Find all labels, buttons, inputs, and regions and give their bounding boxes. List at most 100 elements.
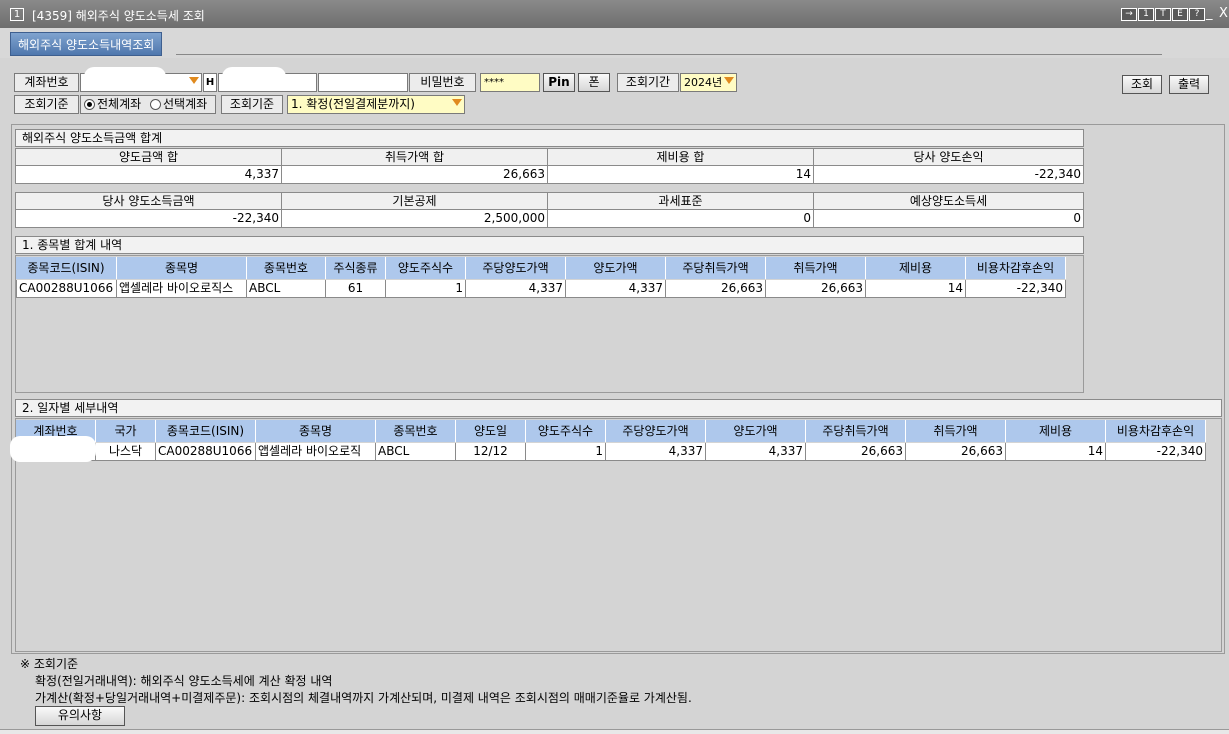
- minimize-button[interactable]: _: [1206, 6, 1213, 21]
- summary-header-row-1: 양도금액 합 취득가액 합 제비용 합 당사 양도손익: [15, 148, 1084, 166]
- redacted-account-cell: [10, 436, 96, 462]
- col-net-pnl[interactable]: 비용차감후손익: [966, 257, 1066, 279]
- col-stock-name[interactable]: 종목명: [117, 257, 247, 279]
- value-expected-tax: 0: [814, 210, 1084, 228]
- h-marker[interactable]: H: [203, 73, 217, 92]
- tab-divider: [176, 54, 1162, 55]
- col-unit-acquisition-price[interactable]: 주당취득가액: [666, 257, 766, 279]
- pin-button[interactable]: Pin: [543, 73, 575, 92]
- header-transfer-income: 당사 양도소득금액: [15, 192, 282, 210]
- col-transfer-date[interactable]: 양도일: [456, 420, 526, 442]
- col-stock-number[interactable]: 종목번호: [376, 420, 456, 442]
- basis-label-2: 조회기준: [221, 95, 283, 114]
- dropdown-arrow-icon[interactable]: [452, 99, 462, 106]
- col-unit-acquisition-price[interactable]: 주당취득가액: [806, 420, 906, 442]
- value-basic-deduction: 2,500,000: [282, 210, 548, 228]
- col-stock-type[interactable]: 주식종류: [326, 257, 386, 279]
- cell-transfer-amount: 4,337: [706, 443, 806, 461]
- cell-shares: 1: [526, 443, 606, 461]
- col-acquisition-amount[interactable]: 취득가액: [766, 257, 866, 279]
- col-country[interactable]: 국가: [96, 420, 156, 442]
- notes-line-confirmed: 확정(전일거래내역): 해외주식 양도소득세에 계산 확정 내역: [35, 674, 333, 688]
- help-button[interactable]: ?: [1189, 8, 1205, 21]
- by-stock-title: 1. 종목별 합계 내역: [15, 236, 1084, 254]
- radio-selected-label: 선택계좌: [163, 97, 208, 111]
- cell-stock-name: 앱셀레라 바이오로직스: [117, 280, 247, 298]
- col-net-pnl[interactable]: 비용차감후손익: [1106, 420, 1206, 442]
- redacted-account: [84, 67, 166, 91]
- caution-button[interactable]: 유의사항: [35, 706, 125, 726]
- window-title: [4359] 해외주식 양도소득세 조회: [32, 9, 205, 23]
- cell-unit-acquisition-price: 26,663: [666, 280, 766, 298]
- tab-transfer-income[interactable]: 해외주식 양도소득내역조회: [10, 32, 163, 56]
- col-stock-name[interactable]: 종목명: [256, 420, 376, 442]
- query-button[interactable]: 조회: [1122, 75, 1162, 94]
- print-button[interactable]: 출력: [1169, 75, 1209, 94]
- cell-acquisition-amount: 26,663: [906, 443, 1006, 461]
- radio-all-accounts[interactable]: [84, 99, 95, 110]
- by-stock-header-row: 종목코드(ISIN) 종목명 종목번호 주식종류 양도주식수 주당양도가액 양도…: [16, 257, 1066, 279]
- value-transfer-pnl: -22,340: [814, 166, 1084, 184]
- period-select[interactable]: 2024년: [680, 73, 737, 92]
- col-unit-transfer-price[interactable]: 주당양도가액: [606, 420, 706, 442]
- col-isin[interactable]: 종목코드(ISIN): [156, 420, 256, 442]
- cell-unit-transfer-price: 4,337: [606, 443, 706, 461]
- table-row[interactable]: 나스닥 CA00288U1066 앱셀레라 바이오로직 ABCL 12/12 1…: [16, 443, 1206, 461]
- account-scope-radio-group: 전체계좌 선택계좌: [80, 95, 216, 114]
- value-acquisition-sum: 26,663: [282, 166, 548, 184]
- dropdown-arrow-icon[interactable]: [724, 77, 734, 84]
- by-date-grid: 계좌번호 국가 종목코드(ISIN) 종목명 종목번호 양도일 양도주식수 주당…: [15, 418, 1222, 652]
- col-unit-transfer-price[interactable]: 주당양도가액: [466, 257, 566, 279]
- header-tax-base: 과세표준: [548, 192, 814, 210]
- dropdown-arrow-icon[interactable]: [189, 77, 199, 84]
- cell-shares: 1: [386, 280, 466, 298]
- notes-heading: ※ 조회기준: [20, 657, 79, 671]
- value-transfer-income: -22,340: [15, 210, 282, 228]
- status-bar: [0, 729, 1229, 734]
- col-expense[interactable]: 제비용: [866, 257, 966, 279]
- col-isin[interactable]: 종목코드(ISIN): [16, 257, 117, 279]
- cell-stock-number: ABCL: [376, 443, 456, 461]
- col-expense[interactable]: 제비용: [1006, 420, 1106, 442]
- col-transfer-amount[interactable]: 양도가액: [706, 420, 806, 442]
- header-expense-sum: 제비용 합: [548, 148, 814, 166]
- col-transfer-amount[interactable]: 양도가액: [566, 257, 666, 279]
- password-field[interactable]: ****: [480, 73, 540, 92]
- summary-value-row-1: 4,337 26,663 14 -22,340: [15, 166, 1084, 184]
- e-button[interactable]: E: [1172, 8, 1188, 21]
- link-icon[interactable]: →: [1121, 8, 1137, 21]
- t-button[interactable]: T: [1155, 8, 1171, 21]
- col-shares[interactable]: 양도주식수: [386, 257, 466, 279]
- cell-isin: CA00288U1066: [156, 443, 256, 461]
- table-row[interactable]: CA00288U1066 앱셀레라 바이오로직스 ABCL 61 1 4,337…: [16, 280, 1066, 298]
- basis-label: 조회기준: [14, 95, 79, 114]
- period-value: 2024년: [684, 76, 723, 89]
- header-basic-deduction: 기본공제: [282, 192, 548, 210]
- account-label: 계좌번호: [14, 73, 79, 92]
- window-number-button[interactable]: 1: [1138, 8, 1154, 21]
- cell-acquisition-amount: 26,663: [766, 280, 866, 298]
- account-extra-field: [318, 73, 408, 92]
- tab-strip: 해외주식 양도소득내역조회: [0, 28, 1229, 58]
- cell-transfer-date: 12/12: [456, 443, 526, 461]
- close-button[interactable]: X: [1219, 6, 1228, 21]
- period-label: 조회기간: [617, 73, 679, 92]
- radio-selected-accounts[interactable]: [150, 99, 161, 110]
- value-transfer-amount-sum: 4,337: [15, 166, 282, 184]
- col-shares[interactable]: 양도주식수: [526, 420, 606, 442]
- header-expected-tax: 예상양도소득세: [814, 192, 1084, 210]
- basis-select[interactable]: 1. 확정(전일결제분까지): [287, 95, 465, 114]
- col-acquisition-amount[interactable]: 취득가액: [906, 420, 1006, 442]
- value-tax-base: 0: [548, 210, 814, 228]
- basis-value: 1. 확정(전일결제분까지): [291, 97, 415, 111]
- header-acquisition-sum: 취득가액 합: [282, 148, 548, 166]
- cell-net-pnl: -22,340: [1106, 443, 1206, 461]
- cell-stock-number: ABCL: [247, 280, 326, 298]
- cell-expense: 14: [1006, 443, 1106, 461]
- summary-value-row-2: -22,340 2,500,000 0 0: [15, 210, 1084, 228]
- cell-country: 나스닥: [96, 443, 156, 461]
- phone-button[interactable]: 폰: [578, 73, 610, 92]
- cell-isin: CA00288U1066: [16, 280, 117, 298]
- col-stock-number[interactable]: 종목번호: [247, 257, 326, 279]
- cell-net-pnl: -22,340: [966, 280, 1066, 298]
